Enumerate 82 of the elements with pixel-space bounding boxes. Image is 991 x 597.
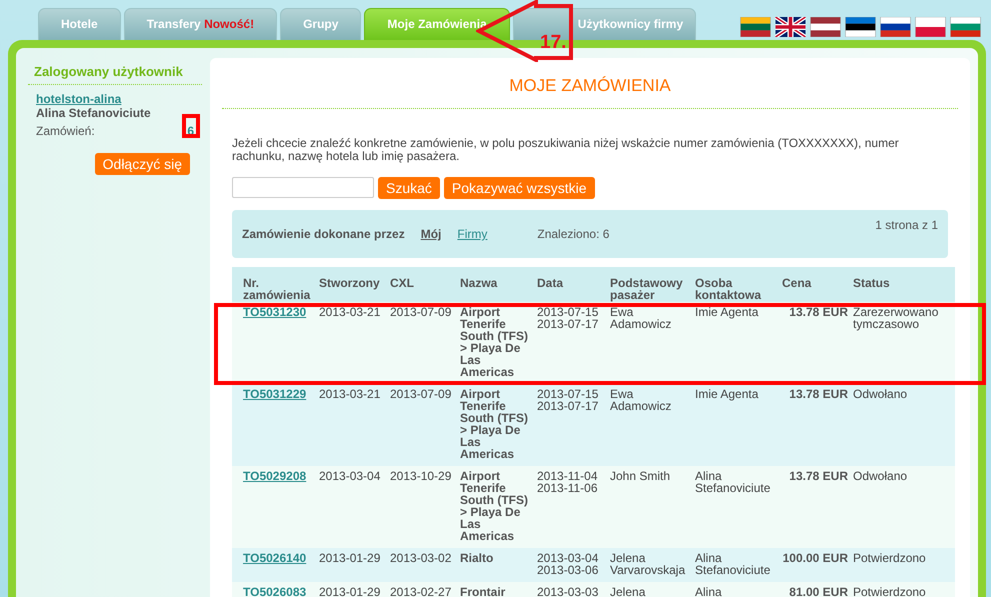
column-header: Podstawowy pasażer xyxy=(610,267,695,302)
username-link[interactable]: hotelston-alina xyxy=(36,92,122,106)
show-all-button[interactable]: Pokazywać wzsystkie xyxy=(444,177,595,199)
date-text: 2013-03-06 xyxy=(537,564,600,576)
table-cell: Jelena xyxy=(610,582,695,597)
table-cell: 2013-01-29 xyxy=(319,582,390,597)
filter-link[interactable]: Firmy xyxy=(457,227,488,241)
table-cell: 81.00 EUR xyxy=(782,582,853,597)
table-cell: Alina Stefanoviciute xyxy=(695,466,782,548)
column-header: Nazwa xyxy=(460,267,537,302)
table-cell: Frontair xyxy=(460,582,537,597)
table-cell: Imie Agenta xyxy=(695,302,782,384)
column-header: Data xyxy=(537,267,610,302)
table-cell: 2013-02-27 xyxy=(390,582,460,597)
table-cell: 2013-03-02 xyxy=(390,548,460,582)
column-header: CXL xyxy=(390,267,460,302)
flag-icon[interactable] xyxy=(775,17,806,37)
order-link[interactable]: TO5026083 xyxy=(243,585,306,597)
date-text: 2013-07-17 xyxy=(537,318,600,330)
date-text: 2013-07-17 xyxy=(537,400,600,412)
filter-label: Zamówienie dokonane przez xyxy=(242,227,405,241)
flag-icon[interactable] xyxy=(810,17,841,37)
table-cell: Imie Agenta xyxy=(695,384,782,466)
logout-button[interactable]: Odłączyć się xyxy=(94,153,190,175)
table-cell: 2013-03-04 xyxy=(319,466,390,548)
table-cell: John Smith xyxy=(610,466,695,548)
table-cell: Potwierdzono xyxy=(853,548,955,582)
date-text: 2013-11-06 xyxy=(537,482,598,494)
table-cell: 2013-10-29 xyxy=(390,466,460,548)
date-text: 2013-03-03 xyxy=(537,586,600,597)
table-cell: Odwołano xyxy=(853,384,955,466)
column-header: Status xyxy=(853,267,955,302)
date-text: 2013-11-04 xyxy=(537,470,598,482)
nav-tab[interactable]: Grupy xyxy=(280,8,362,40)
table-cell: Zarezerwowano tymczasowo xyxy=(853,302,955,384)
table-cell: 2013-03-21 xyxy=(319,384,390,466)
table-cell: 100.00 EUR xyxy=(782,548,853,582)
nav-tab[interactable]: Moje Zamówienia xyxy=(364,8,510,40)
table-cell: Alina xyxy=(695,582,782,597)
order-link[interactable]: TO5029208 xyxy=(243,469,306,483)
date-text: 2013-03-04 xyxy=(537,552,600,564)
table-cell: Odwołano xyxy=(853,466,955,548)
table-cell: Airport Tenerife South (TFS) > Playa De Las Americas xyxy=(460,384,537,466)
user-full-name: Alina Stefanoviciute xyxy=(36,106,152,120)
order-link[interactable]: TO5026140 xyxy=(243,551,306,565)
flag-icon[interactable] xyxy=(880,17,911,37)
table-cell: 2013-03-21 xyxy=(319,302,390,384)
nav-tab[interactable]: Transfery Nowość! xyxy=(124,8,278,40)
search-field[interactable] xyxy=(232,177,374,198)
found-count: Znaleziono: 6 xyxy=(537,227,610,241)
table-cell: Airport Tenerife South (TFS) > Playa De Las Americas xyxy=(460,466,537,548)
table-cell: Potwierdzono xyxy=(853,582,955,597)
column-header: Nr. zamówienia xyxy=(232,267,319,302)
highlight-frame xyxy=(182,114,200,138)
flag-icon[interactable] xyxy=(845,17,876,37)
table-cell: 2013-01-29 xyxy=(319,548,390,582)
page-count: 1 strona z 1 xyxy=(875,218,938,232)
column-header: Cena xyxy=(782,267,853,302)
table-cell: 13.78 EUR xyxy=(782,302,853,384)
intro-text: Jeżeli chcecie znaleźć konkretne zamówienie, w polu poszukiwania niżej wskażcie numer zamówienia (TOXXXXXXX), numer rachunku, nazwę hotela lub imię pasażera. xyxy=(232,137,900,163)
search-button[interactable]: Szukać xyxy=(378,177,440,199)
table-cell: 2013-07-09 xyxy=(390,302,460,384)
table-cell: 13.78 EUR xyxy=(782,384,853,466)
date-text: 2013-07-15 xyxy=(537,306,600,318)
nav-tab[interactable]: Hotele xyxy=(38,8,121,40)
table-cell: Ewa Adamowicz xyxy=(610,302,695,384)
table-cell: Airport Tenerife South (TFS) > Playa De Las Americas xyxy=(460,302,537,384)
column-header: Stworzony xyxy=(319,267,390,302)
table-cell: Ewa Adamowicz xyxy=(610,384,695,466)
table-cell: 13.78 EUR xyxy=(782,466,853,548)
filter-link[interactable]: Mój xyxy=(420,227,442,241)
column-header: Osoba kontaktowa xyxy=(695,267,782,302)
table-cell: Rialto xyxy=(460,548,537,582)
page-title: MOJE ZAMÓWIENIA xyxy=(508,75,672,97)
table-cell: Jelena Varvarovskaja xyxy=(610,548,695,582)
table-cell: 2013-07-09 xyxy=(390,384,460,466)
order-link[interactable]: TO5031229 xyxy=(243,387,306,401)
date-text: 2013-07-15 xyxy=(537,388,600,400)
sidebar-title: Zalogowany użytkownik xyxy=(28,58,202,85)
table-cell: Alina Stefanoviciute xyxy=(695,548,782,582)
order-link[interactable]: TO5031230 xyxy=(243,305,306,319)
orders-label: Zamówień: xyxy=(36,124,95,138)
